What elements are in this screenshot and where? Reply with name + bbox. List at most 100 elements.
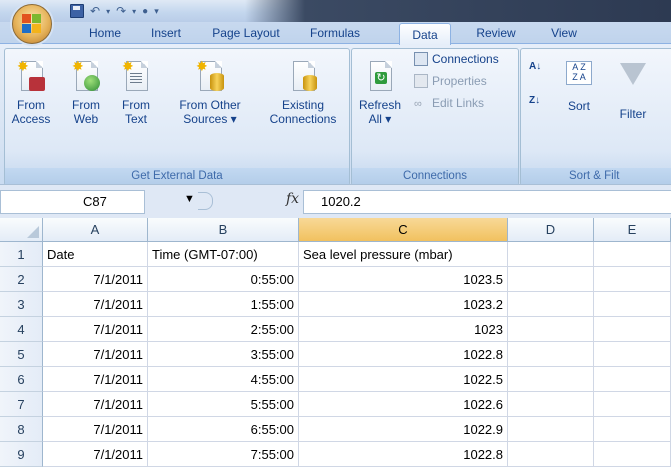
cell-a2[interactable]: 7/1/2011 <box>43 267 148 292</box>
connections-icon <box>414 52 428 66</box>
cell-b1[interactable]: Time (GMT-07:00) <box>148 242 299 267</box>
column-header-a[interactable]: A <box>43 218 148 242</box>
redo-dropdown-icon[interactable]: ▾ <box>132 7 136 16</box>
tab-page-layout[interactable]: Page Layout <box>204 22 288 44</box>
tab-formulas[interactable]: Formulas <box>300 22 370 44</box>
tab-review[interactable]: Review <box>466 22 526 44</box>
cell-a9[interactable]: 7/1/2011 <box>43 442 148 467</box>
cell-c6[interactable]: 1022.5 <box>299 367 508 392</box>
formula-bar-splitter-icon[interactable] <box>198 192 213 210</box>
cell-a4[interactable]: 7/1/2011 <box>43 317 148 342</box>
cell-d8[interactable] <box>508 417 594 442</box>
from-access-button[interactable]: ✸ From Access <box>7 59 55 126</box>
cell-d1[interactable] <box>508 242 594 267</box>
column-header-b[interactable]: B <box>148 218 299 242</box>
from-text-button[interactable]: ✸ From Text <box>117 59 155 126</box>
name-box-dropdown-icon[interactable]: ▼ <box>184 193 195 205</box>
insert-function-icon[interactable]: fx <box>286 191 299 207</box>
cell-d5[interactable] <box>508 342 594 367</box>
cell-e1[interactable] <box>594 242 671 267</box>
cell-c8[interactable]: 1022.9 <box>299 417 508 442</box>
from-web-button[interactable]: ✸ From Web <box>63 59 109 126</box>
cell-e5[interactable] <box>594 342 671 367</box>
tab-insert[interactable]: Insert <box>142 22 190 44</box>
column-header-c[interactable]: C <box>299 218 508 242</box>
cell-a1[interactable]: Date <box>43 242 148 267</box>
filter-button[interactable]: Filter <box>611 59 655 121</box>
row-header[interactable]: 1 <box>0 242 43 267</box>
cell-d3[interactable] <box>508 292 594 317</box>
row-header[interactable]: 5 <box>0 342 43 367</box>
cell-c9[interactable]: 1022.8 <box>299 442 508 467</box>
office-button[interactable] <box>12 4 52 44</box>
cell-b7[interactable]: 5:55:00 <box>148 392 299 417</box>
cell-c5[interactable]: 1022.8 <box>299 342 508 367</box>
tab-view[interactable]: View <box>540 22 588 44</box>
cell-a3[interactable]: 7/1/2011 <box>43 292 148 317</box>
title-bar-caption <box>245 0 671 22</box>
connections-button[interactable]: Connections <box>414 51 499 67</box>
cell-e3[interactable] <box>594 292 671 317</box>
row-header[interactable]: 9 <box>0 442 43 467</box>
cell-c2[interactable]: 1023.5 <box>299 267 508 292</box>
formula-input[interactable]: 1020.2 <box>303 190 671 214</box>
cell-e9[interactable] <box>594 442 671 467</box>
sort-z-to-a-button[interactable]: Z↓ <box>529 93 540 109</box>
undo-dropdown-icon[interactable]: ▾ <box>106 7 110 16</box>
cell-e4[interactable] <box>594 317 671 342</box>
select-all-corner[interactable] <box>0 218 43 242</box>
cell-e2[interactable] <box>594 267 671 292</box>
sort-qat-icon[interactable]: ● <box>142 6 148 17</box>
cell-e7[interactable] <box>594 392 671 417</box>
sort-button[interactable]: A ZZ A Sort <box>559 59 599 113</box>
properties-button[interactable]: Properties <box>414 73 487 89</box>
cell-a6[interactable]: 7/1/2011 <box>43 367 148 392</box>
row-header[interactable]: 2 <box>0 267 43 292</box>
cell-a8[interactable]: 7/1/2011 <box>43 417 148 442</box>
cell-e6[interactable] <box>594 367 671 392</box>
group-label-connections: Connections <box>352 168 518 185</box>
cell-d4[interactable] <box>508 317 594 342</box>
existing-connections-button[interactable]: Existing Connections <box>263 59 343 126</box>
group-label-get-external-data: Get External Data <box>5 168 349 185</box>
cell-b4[interactable]: 2:55:00 <box>148 317 299 342</box>
from-other-sources-button[interactable]: ✸ From Other Sources ▾ <box>167 59 253 126</box>
cell-b8[interactable]: 6:55:00 <box>148 417 299 442</box>
row-header[interactable]: 6 <box>0 367 43 392</box>
sort-a-to-z-button[interactable]: A↓ <box>529 59 541 75</box>
redo-icon[interactable]: ↷ <box>116 4 126 18</box>
cell-a7[interactable]: 7/1/2011 <box>43 392 148 417</box>
save-icon[interactable] <box>70 4 84 18</box>
cell-d6[interactable] <box>508 367 594 392</box>
cell-b3[interactable]: 1:55:00 <box>148 292 299 317</box>
cell-d2[interactable] <box>508 267 594 292</box>
row-header[interactable]: 3 <box>0 292 43 317</box>
cell-b2[interactable]: 0:55:00 <box>148 267 299 292</box>
row-header[interactable]: 7 <box>0 392 43 417</box>
cell-d9[interactable] <box>508 442 594 467</box>
tab-data[interactable]: Data <box>399 23 451 45</box>
cell-c3[interactable]: 1023.2 <box>299 292 508 317</box>
cell-b5[interactable]: 3:55:00 <box>148 342 299 367</box>
row-header[interactable]: 4 <box>0 317 43 342</box>
refresh-all-button[interactable]: ↻ Refresh All ▾ <box>354 59 406 126</box>
cell-b9[interactable]: 7:55:00 <box>148 442 299 467</box>
cell-c1[interactable]: Sea level pressure (mbar) <box>299 242 508 267</box>
name-box[interactable]: C87 <box>0 190 145 214</box>
qat-customize-icon[interactable]: ▾ <box>154 6 159 17</box>
tab-home[interactable]: Home <box>77 22 133 44</box>
column-header-e[interactable]: E <box>594 218 671 242</box>
cell-a5[interactable]: 7/1/2011 <box>43 342 148 367</box>
undo-icon[interactable]: ↶ <box>90 4 100 18</box>
group-label-sort-filter: Sort & Filt <box>521 168 671 185</box>
column-header-d[interactable]: D <box>508 218 594 242</box>
office-logo-icon <box>22 14 42 34</box>
cell-e8[interactable] <box>594 417 671 442</box>
ribbon: ✸ From Access ✸ From Web ✸ From Text ✸ F… <box>0 43 671 186</box>
edit-links-button[interactable]: ∞ Edit Links <box>414 95 484 111</box>
cell-d7[interactable] <box>508 392 594 417</box>
cell-b6[interactable]: 4:55:00 <box>148 367 299 392</box>
cell-c4[interactable]: 1023 <box>299 317 508 342</box>
row-header[interactable]: 8 <box>0 417 43 442</box>
cell-c7[interactable]: 1022.6 <box>299 392 508 417</box>
